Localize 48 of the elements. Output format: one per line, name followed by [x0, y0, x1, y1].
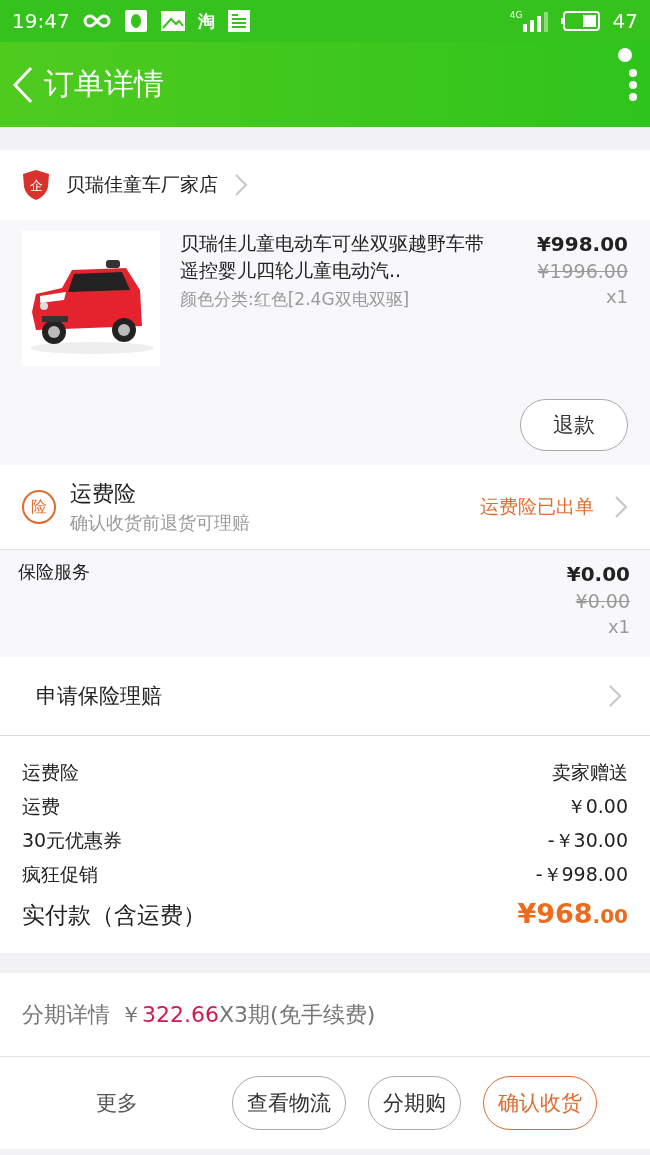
back-icon[interactable]: [12, 64, 34, 105]
more-menu-icon[interactable]: [628, 67, 638, 102]
chevron-right-icon: [608, 684, 622, 708]
installment-amount: 322.66: [142, 1002, 219, 1027]
image-icon: [159, 10, 186, 32]
summary-label: 30元优惠券: [22, 828, 123, 853]
chevron-right-icon: [234, 173, 248, 197]
insurance-badge: 险: [22, 490, 56, 524]
summary-value: ￥0.00: [566, 794, 628, 819]
summary-label: 运费险: [22, 760, 79, 785]
signal-icon: [522, 10, 549, 32]
original-price: ¥0.00: [575, 590, 630, 612]
total-label: 实付款（含运费）: [22, 901, 206, 930]
page-title: 订单详情: [44, 65, 164, 103]
summary-value: -￥998.00: [535, 862, 628, 887]
shop-name[interactable]: 贝瑞佳童车厂家店: [66, 172, 218, 198]
status-time: 19:47: [12, 9, 70, 33]
app-glyph: 淘: [197, 9, 215, 33]
insurance-subtitle: 确认收货前退货可理赔: [70, 511, 250, 535]
installment-label: 分期详情: [22, 1000, 110, 1029]
action-button[interactable]: 查看物流: [232, 1076, 346, 1130]
original-price: ¥1996.00: [537, 260, 628, 282]
quantity: x1: [605, 286, 628, 307]
service-price: ¥0.00: [566, 562, 630, 586]
insurance-title: 运费险: [70, 480, 137, 508]
notification-dot: [618, 48, 632, 62]
refund-button[interactable]: 退款: [520, 399, 628, 451]
document-icon: [226, 9, 251, 33]
currency-sign: ￥: [120, 1000, 142, 1029]
installment-terms: X3期(免手续费): [219, 1000, 376, 1029]
summary-label: 疯狂促销: [22, 862, 98, 887]
network-label: 4G: [509, 10, 523, 20]
total-amount: ¥968.00: [517, 898, 628, 929]
product-price: ¥998.00: [536, 232, 628, 256]
shield-badge-icon: 企: [22, 169, 50, 201]
summary-label: 运费: [22, 794, 60, 819]
product-spec: 颜色分类:红色[2.4G双电双驱]: [180, 288, 411, 311]
quantity: x1: [607, 616, 630, 637]
product-title[interactable]: 贝瑞佳儿童电动车可坐双驱越野车带遥控婴儿四轮儿童电动汽..: [180, 230, 490, 284]
summary-value: -￥30.00: [547, 828, 628, 853]
action-button[interactable]: 分期购: [368, 1076, 461, 1130]
service-label: 保险服务: [18, 560, 90, 584]
battery-level: 47: [612, 9, 638, 33]
battery-icon: [560, 10, 601, 32]
infinity-icon: [81, 13, 112, 29]
chevron-right-icon: [614, 495, 628, 519]
summary-value: 卖家赠送: [552, 760, 628, 785]
more-button[interactable]: 更多: [96, 1089, 138, 1117]
